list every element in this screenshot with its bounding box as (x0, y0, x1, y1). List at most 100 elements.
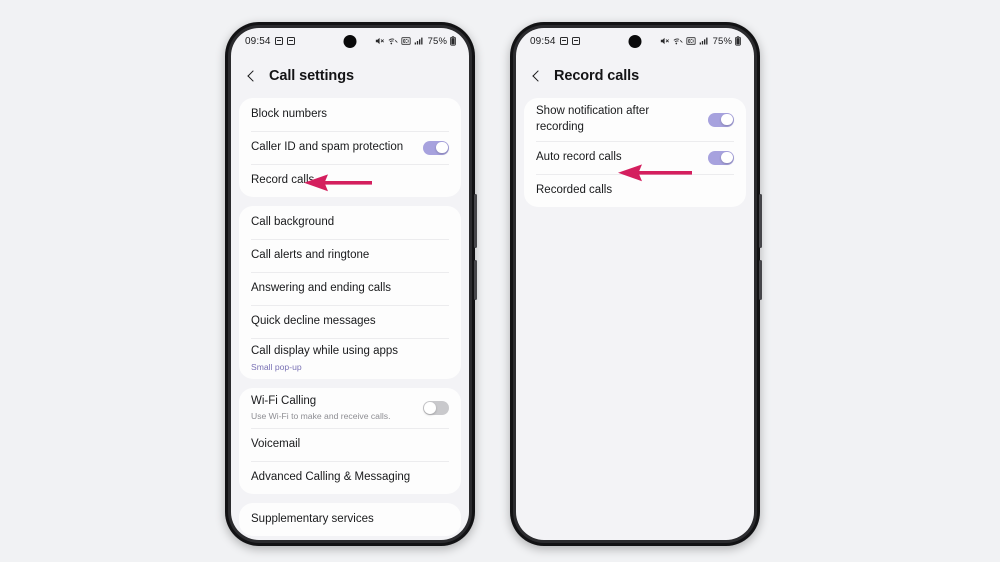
status-bar-clock: 09:54 (530, 35, 556, 47)
settings-row-record-calls[interactable]: Record calls (239, 164, 461, 197)
row-subtitle: Use Wi-Fi to make and receive calls. (251, 411, 391, 422)
settings-row-call-alerts-and-ringtone[interactable]: Call alerts and ringtone (239, 239, 461, 272)
row-text: Quick decline messages (251, 314, 449, 330)
status-bar-right-cluster: 75% (375, 36, 456, 47)
toggle-knob (721, 151, 733, 164)
row-text: Block numbers (251, 107, 449, 123)
row-text: Call background (251, 215, 449, 231)
settings-group: Call background Call alerts and ringtone… (239, 206, 461, 379)
row-title: Auto record calls (536, 150, 622, 163)
row-title: Voicemail (251, 437, 301, 450)
status-bar-left-cluster: 09:54 (245, 36, 295, 47)
toggle-show-notification-after-recording[interactable] (708, 112, 734, 127)
settings-row-answering-and-ending-calls[interactable]: Answering and ending calls (239, 272, 461, 305)
row-title: Caller ID and spam protection (251, 140, 404, 153)
app-header-right: Record calls (516, 54, 754, 98)
settings-row-block-numbers[interactable]: Block numbers (239, 98, 461, 131)
settings-row-advanced-calling-messaging[interactable]: Advanced Calling & Messaging (239, 461, 461, 494)
row-title: Answering and ending calls (251, 281, 392, 294)
toggle-knob (436, 141, 448, 154)
page-title: Call settings (269, 68, 354, 84)
front-camera-punch-hole (628, 35, 642, 48)
row-title: Block numbers (251, 107, 328, 120)
toggle-knob (424, 401, 436, 414)
settings-row-call-background[interactable]: Call background (239, 206, 461, 239)
mute-icon (660, 37, 669, 45)
settings-list-right[interactable]: Show notification after recording Auto r… (516, 98, 754, 540)
app-icon (559, 37, 568, 45)
left-phone-screen: 09:54 75% Call settings Block numbers Ca… (231, 28, 469, 540)
row-title: Advanced Calling & Messaging (251, 470, 411, 483)
battery-percent-label: 75% (712, 35, 732, 47)
power-button-left-phone[interactable] (474, 260, 477, 300)
toggle-knob (721, 113, 733, 126)
row-title: Call alerts and ringtone (251, 248, 370, 261)
power-button-right-phone[interactable] (759, 260, 762, 300)
settings-row-recorded-calls[interactable]: Recorded calls (524, 174, 746, 207)
settings-row-quick-decline-messages[interactable]: Quick decline messages (239, 305, 461, 338)
status-bar-right-cluster: 75% (660, 36, 741, 47)
row-text: Voicemail (251, 437, 449, 453)
signal-icon (699, 37, 708, 45)
settings-group: Wi-Fi Calling Use Wi-Fi to make and rece… (239, 387, 461, 495)
row-title: Wi-Fi Calling (251, 394, 317, 407)
row-title: Quick decline messages (251, 314, 376, 327)
wifi-calling-icon (673, 38, 683, 45)
row-subtitle: Small pop-up (251, 361, 302, 372)
app-header-left: Call settings (231, 54, 469, 98)
volume-button-right-phone[interactable] (759, 194, 762, 248)
row-text: Auto record calls (536, 150, 700, 166)
settings-list-left[interactable]: Block numbers Caller ID and spam protect… (231, 98, 469, 540)
row-text: Answering and ending calls (251, 281, 449, 297)
battery-icon (450, 36, 456, 46)
back-chevron-icon[interactable] (530, 69, 544, 83)
mute-icon (375, 37, 384, 45)
signal-icon (414, 37, 423, 45)
page-title: Record calls (554, 68, 640, 84)
row-title: Call display while using apps (251, 345, 399, 357)
settings-row-show-notification-after-recording[interactable]: Show notification after recording (524, 98, 746, 141)
toggle-auto-record-calls[interactable] (708, 150, 734, 165)
settings-row-call-display-while-using-apps[interactable]: Call display while using apps Small pop-… (239, 338, 461, 379)
battery-icon (735, 36, 741, 46)
settings-group: Supplementary services (239, 503, 461, 537)
row-text: Record calls (251, 173, 449, 189)
row-text: Call alerts and ringtone (251, 248, 449, 264)
battery-percent-label: 75% (427, 35, 447, 47)
row-title: Recorded calls (536, 183, 613, 196)
row-text: Caller ID and spam protection (251, 140, 415, 156)
toggle-wifi-calling[interactable] (423, 400, 449, 415)
volume-button-left-phone[interactable] (474, 194, 477, 248)
settings-row-voicemail[interactable]: Voicemail (239, 428, 461, 461)
row-text: Wi-Fi Calling Use Wi-Fi to make and rece… (251, 394, 415, 423)
settings-row-supplementary-services[interactable]: Supplementary services (239, 503, 461, 536)
settings-row-caller-id-spam-protection[interactable]: Caller ID and spam protection (239, 131, 461, 164)
status-bar-clock: 09:54 (245, 35, 271, 47)
toggle-caller-id-spam-protection[interactable] (423, 140, 449, 155)
row-text: Supplementary services (251, 512, 449, 528)
settings-group: Block numbers Caller ID and spam protect… (239, 98, 461, 197)
status-bar-left: 09:54 75% (231, 28, 469, 54)
front-camera-punch-hole (343, 35, 357, 48)
row-text: Recorded calls (536, 183, 734, 199)
right-phone-screen: 09:54 75% Record calls Show notification… (516, 28, 754, 540)
row-text: Call display while using apps Small pop-… (251, 344, 449, 373)
back-chevron-icon[interactable] (245, 69, 259, 83)
row-text: Advanced Calling & Messaging (251, 470, 449, 486)
status-bar-right: 09:54 75% (516, 28, 754, 54)
app-icon (274, 37, 283, 45)
nfc-icon (686, 37, 696, 45)
app-icon (571, 37, 580, 45)
app-icon (286, 37, 295, 45)
nfc-icon (401, 37, 411, 45)
settings-row-auto-record-calls[interactable]: Auto record calls (524, 141, 746, 174)
settings-row-wifi-calling[interactable]: Wi-Fi Calling Use Wi-Fi to make and rece… (239, 388, 461, 429)
row-text: Show notification after recording (536, 104, 700, 135)
wifi-calling-icon (388, 38, 398, 45)
row-title: Show notification after recording (536, 105, 650, 133)
row-title: Call background (251, 215, 335, 228)
status-bar-left-cluster: 09:54 (530, 36, 580, 47)
left-phone-device: 09:54 75% Call settings Block numbers Ca… (225, 22, 477, 546)
row-title: Supplementary services (251, 512, 374, 525)
row-title: Record calls (251, 173, 315, 186)
